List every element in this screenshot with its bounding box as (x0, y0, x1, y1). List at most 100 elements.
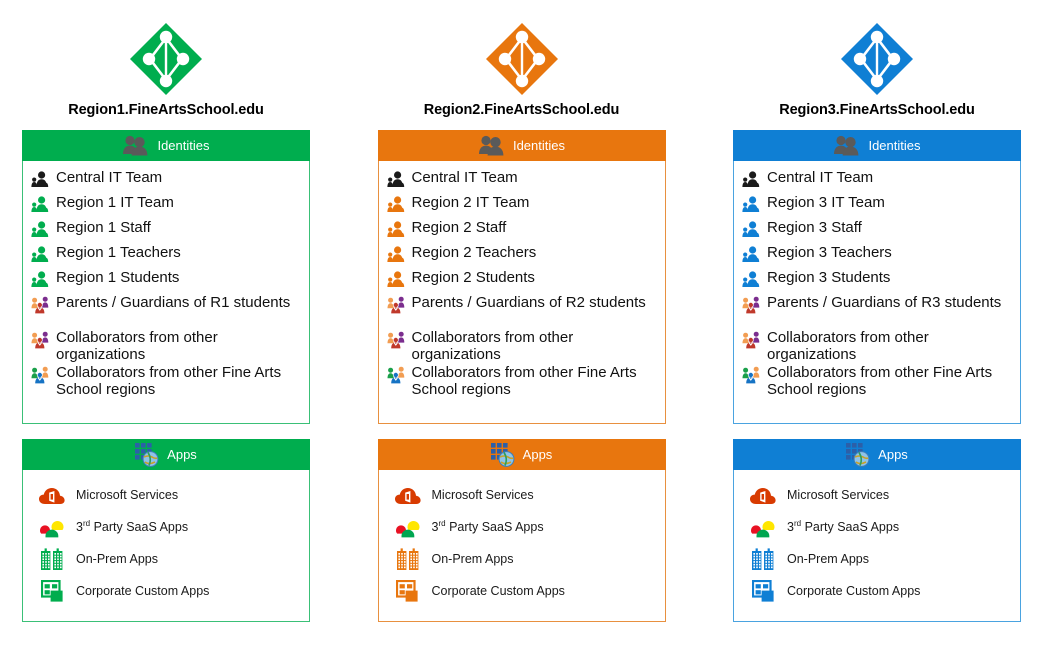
identity-list-item: Collaborators from other organizations (29, 328, 303, 363)
people-group-icon (833, 134, 860, 157)
identity-list-item-label: Collaborators from other organizations (767, 329, 929, 363)
app-list-item-label: Microsoft Services (787, 488, 890, 502)
external-people-icon (740, 363, 762, 384)
region-column-region2: Region2.FineArtsSchool.edu Identities Cent… (377, 18, 666, 667)
people-group-icon (122, 134, 149, 157)
apps-card: Apps Microsoft Services 3rd Party SaaS App… (733, 439, 1021, 622)
identities-list: Central IT Team Region 2 IT Team Region 2 … (377, 161, 666, 424)
buildings-icon (748, 547, 778, 571)
identity-list-item-label: Region 3 Teachers (767, 244, 892, 261)
identity-list-item: Region 1 Teachers (29, 243, 303, 267)
identity-list-item-label: Central IT Team (411, 169, 518, 186)
identity-list-item-label: Region 2 Staff (411, 219, 507, 236)
office-cloud-icon (37, 483, 67, 507)
apps-card: Apps Microsoft Services 3rd Party SaaS App… (22, 439, 310, 622)
identity-list-item: Parents / Guardians of R2 students (385, 293, 659, 328)
app-list-item: Microsoft Services (385, 479, 659, 511)
window-tiles-icon (748, 579, 778, 603)
external-people-icon (385, 293, 407, 314)
apps-card-header: Apps (377, 439, 666, 470)
external-people-icon (29, 328, 51, 349)
identity-list-item-label: Region 2 IT Team (411, 194, 530, 211)
external-people-icon (740, 293, 762, 314)
identity-list-item-label: Region 1 Teachers (56, 244, 181, 261)
identity-list-item-label: Region 2 Teachers (411, 244, 537, 261)
people-icon (29, 193, 51, 213)
window-tiles-icon (37, 579, 67, 603)
identity-list-item-label: Collaborators from other organizations (56, 329, 218, 363)
azure-ad-diamond-icon (733, 18, 1021, 100)
app-list-item: On-Prem Apps (29, 543, 303, 575)
app-label-text: Party SaaS Apps (449, 520, 544, 535)
app-list-item: Microsoft Services (29, 479, 303, 511)
identities-list: Central IT Team Region 3 IT Team Region 3 … (733, 161, 1021, 424)
apps-list: Microsoft Services 3rd Party SaaS Apps On-… (733, 470, 1021, 622)
identities-card-header: Identities (377, 130, 666, 161)
identity-list-item: Collaborators from other organizations (740, 328, 1014, 363)
identity-list-item-label: Region 1 IT Team (56, 194, 174, 211)
app-list-item: 3rd Party SaaS Apps (29, 511, 303, 543)
people-icon (385, 268, 407, 288)
apps-card-header-label: Apps (878, 447, 908, 462)
identities-card-header-label: Identities (868, 138, 921, 153)
identity-list-item-label: Central IT Team (56, 169, 163, 186)
external-people-icon (29, 293, 51, 314)
app-list-item: Corporate Custom Apps (29, 575, 303, 607)
identity-list-item-label: Parents / Guardians of R1 students (56, 294, 291, 311)
app-list-item: Corporate Custom Apps (385, 575, 659, 607)
app-list-item-label: 3rd Party SaaS Apps (76, 519, 188, 534)
app-list-item: 3rd Party SaaS Apps (385, 511, 659, 543)
identity-list-item-label: Collaborators from other Fine Arts Schoo… (56, 364, 282, 398)
identity-list-item-label: Parents / Guardians of R2 students (411, 294, 646, 311)
apps-globe-icon (490, 442, 515, 467)
external-people-icon (740, 328, 762, 349)
people-icon (29, 218, 51, 238)
azure-ad-diamond-icon (22, 18, 310, 100)
identity-list-item: Parents / Guardians of R3 students (740, 293, 1014, 328)
app-label-prefix: 3 (787, 520, 794, 535)
apps-card-header: Apps (22, 439, 310, 470)
people-icon (29, 268, 51, 288)
window-tiles-icon (393, 579, 423, 603)
apps-globe-icon (135, 442, 159, 467)
app-label-superscript: rd (793, 519, 802, 529)
people-icon (740, 218, 762, 238)
identity-list-item-label: Collaborators from other organizations (411, 329, 574, 363)
apps-card-header-label: Apps (522, 447, 553, 462)
identity-list-item: Region 3 Staff (740, 218, 1014, 242)
people-icon (740, 168, 762, 188)
identity-list-item-label: Region 3 Staff (767, 219, 862, 236)
saas-clouds-icon (393, 516, 423, 539)
apps-list: Microsoft Services 3rd Party SaaS Apps On-… (22, 470, 310, 622)
tenant-domain-title: Region3.FineArtsSchool.edu (779, 102, 975, 118)
external-people-icon (385, 363, 407, 384)
people-icon (740, 243, 762, 263)
region-column-region1: Region1.FineArtsSchool.edu Identities Cent… (22, 18, 310, 667)
people-icon (385, 243, 407, 263)
identities-card-header: Identities (733, 130, 1021, 161)
apps-card: Apps Microsoft Services 3rd Party SaaS App… (377, 439, 666, 622)
tenant-domain-title: Region2.FineArtsSchool.edu (423, 102, 620, 118)
identity-list-item-label: Region 1 Staff (56, 219, 151, 236)
identity-list-item: Region 2 IT Team (385, 193, 659, 217)
apps-card-header-label: Apps (167, 447, 197, 462)
app-label-prefix: 3 (76, 520, 83, 535)
app-list-item-label: Microsoft Services (431, 488, 534, 502)
identity-list-item: Collaborators from other Fine Arts Schoo… (29, 363, 303, 398)
app-list-item: On-Prem Apps (740, 543, 1014, 575)
identity-list-item: Collaborators from other Fine Arts Schoo… (740, 363, 1014, 398)
external-people-icon (385, 328, 407, 349)
app-label-text: Party SaaS Apps (804, 520, 900, 535)
app-list-item-label: Microsoft Services (76, 488, 179, 502)
identity-list-item: Region 2 Students (385, 268, 659, 292)
regions-diagram: Region1.FineArtsSchool.edu Identities Cent… (0, 0, 1043, 667)
app-label-superscript: rd (438, 519, 446, 529)
identities-card: Identities Central IT Team Region 2 IT Tea… (377, 130, 666, 424)
app-list-item-label: On-Prem Apps (787, 552, 869, 566)
external-people-icon (29, 363, 51, 384)
app-label-superscript: rd (82, 519, 91, 529)
identity-list-item: Region 2 Staff (385, 218, 659, 242)
identity-list-item: Region 1 Staff (29, 218, 303, 242)
identity-list-item-label: Collaborators from other Fine Arts Schoo… (411, 364, 637, 398)
saas-clouds-icon (37, 516, 67, 539)
